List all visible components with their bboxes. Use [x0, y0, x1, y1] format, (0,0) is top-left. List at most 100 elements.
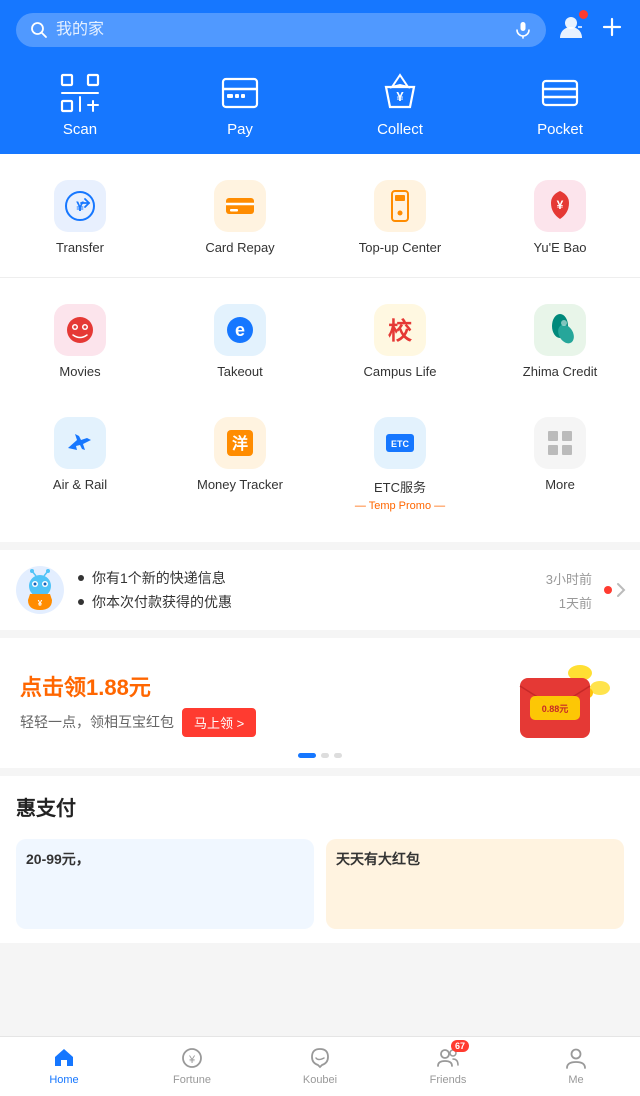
me-icon	[563, 1045, 589, 1071]
scan-label: Scan	[63, 121, 97, 138]
etc-label: ETC服务	[374, 477, 426, 496]
fortune-icon: ¥	[179, 1045, 205, 1071]
promo-amount: 1.88元	[86, 675, 151, 700]
grid-airrail[interactable]: Air & Rail	[0, 407, 160, 526]
nav-pocket[interactable]: Pocket	[480, 71, 640, 138]
grid-movies[interactable]: Movies	[0, 294, 160, 393]
grid-takeout[interactable]: e Takeout	[160, 294, 320, 393]
airrail-icon	[63, 426, 97, 460]
card-repay-label: Card Repay	[205, 240, 274, 255]
avatar-button[interactable]	[556, 12, 586, 47]
more-icon	[543, 426, 577, 460]
takeout-label: Takeout	[217, 364, 263, 379]
nav-friends[interactable]: 67 Friends	[384, 1045, 512, 1086]
nav-fortune[interactable]: ¥ Fortune	[128, 1045, 256, 1086]
svg-text:e: e	[235, 320, 245, 340]
moneytracker-label: Money Tracker	[197, 477, 283, 492]
add-button[interactable]	[600, 15, 624, 44]
yuebao-label: Yu'E Bao	[533, 240, 586, 255]
takeout-icon: e	[223, 313, 257, 347]
grid-more[interactable]: More	[480, 407, 640, 526]
etc-icon: ETC	[383, 426, 417, 460]
notification-badge	[579, 10, 588, 19]
koubei-label: Koubei	[303, 1074, 337, 1086]
search-input[interactable]	[56, 21, 506, 39]
svg-text:¥: ¥	[557, 198, 564, 212]
nav-me[interactable]: Me	[512, 1045, 640, 1086]
zhima-icon	[543, 313, 577, 347]
promo-sub: 轻轻一点，领相互宝红包 马上领 >	[20, 708, 490, 737]
fortune-label: Fortune	[173, 1074, 211, 1086]
etc-promo: — Temp Promo —	[355, 500, 445, 512]
svg-text:ETC: ETC	[391, 439, 410, 449]
red-envelope-svg: 0.88元	[490, 658, 620, 748]
ant-mascot-icon: ¥	[14, 564, 66, 616]
mic-icon	[514, 21, 532, 39]
promo-title: 点击领1.88元	[20, 670, 490, 702]
movies-label: Movies	[59, 364, 100, 379]
dots-indicator	[298, 753, 342, 758]
koubei-icon	[307, 1045, 333, 1071]
pay-icon	[218, 71, 262, 115]
pay-label: Pay	[227, 121, 253, 138]
icon-grid-row2: Movies e Takeout 校 Campus Life Zhima Cre…	[0, 278, 640, 401]
me-label: Me	[568, 1074, 583, 1086]
grid-topup[interactable]: Top-up Center	[320, 170, 480, 269]
notifications-list: 你有1个新的快递信息 3小时前 你本次付款获得的优惠 1天前	[78, 566, 592, 614]
nav-home[interactable]: Home	[0, 1045, 128, 1086]
search-icon	[30, 21, 48, 39]
notification-card[interactable]: ¥ 你有1个新的快递信息 3小时前 你本次付款获得的优惠 1天前	[0, 550, 640, 630]
friends-label: Friends	[430, 1074, 467, 1086]
top-nav: Scan Pay ¥ Collect	[0, 59, 640, 154]
notif-time-1: 1天前	[559, 593, 592, 612]
grid-moneytracker[interactable]: 洋 Money Tracker	[160, 407, 320, 526]
section-title: 惠支付	[0, 776, 640, 829]
grid-zhima[interactable]: Zhima Credit	[480, 294, 640, 393]
svg-text:¥: ¥	[396, 89, 404, 104]
collect-label: Collect	[377, 121, 423, 138]
notif-dot	[78, 575, 84, 581]
nav-collect[interactable]: ¥ Collect	[320, 71, 480, 138]
moneytracker-icon: 洋	[223, 426, 257, 460]
card-repay-icon	[223, 189, 257, 223]
grid-card-repay[interactable]: Card Repay	[160, 170, 320, 269]
dot-3	[334, 753, 342, 758]
svg-text:洋: 洋	[232, 434, 248, 453]
friends-icon: 67	[435, 1045, 461, 1071]
dot-2	[321, 753, 329, 758]
airrail-label: Air & Rail	[53, 477, 107, 492]
unread-dot	[604, 586, 612, 594]
notif-item-1: 你本次付款获得的优惠 1天前	[78, 590, 592, 614]
transfer-label: Transfer	[56, 240, 104, 255]
promo-button[interactable]: 马上领 >	[182, 708, 256, 737]
yuebao-icon: ¥	[543, 189, 577, 223]
promo-banner[interactable]: 点击领1.88元 轻轻一点，领相互宝红包 马上领 > 0.88元	[0, 638, 640, 768]
movies-icon	[63, 313, 97, 347]
notif-text-0: 你有1个新的快递信息	[92, 568, 538, 588]
collect-icon: ¥	[378, 71, 422, 115]
chevron-right-icon	[616, 582, 626, 598]
search-bar[interactable]	[16, 13, 546, 47]
notif-right[interactable]	[604, 582, 626, 598]
notif-item-0: 你有1个新的快递信息 3小时前	[78, 566, 592, 590]
icon-grid-row1: ¥ Transfer Card Repay Top-up Center	[0, 154, 640, 278]
home-icon	[51, 1045, 77, 1071]
zhima-label: Zhima Credit	[523, 364, 597, 379]
bottom-cards: 20-99元， 天天有大红包	[0, 829, 640, 943]
bottom-card-0[interactable]: 20-99元，	[16, 839, 314, 929]
grid-etc[interactable]: ETC ETC服务 — Temp Promo —	[320, 407, 480, 526]
home-label: Home	[49, 1074, 78, 1086]
bottom-card-1[interactable]: 天天有大红包	[326, 839, 624, 929]
grid-yuebao[interactable]: ¥ Yu'E Bao	[480, 170, 640, 269]
svg-text:0.88元: 0.88元	[542, 704, 569, 714]
grid-campus[interactable]: 校 Campus Life	[320, 294, 480, 393]
nav-scan[interactable]: Scan	[0, 71, 160, 138]
nav-pay[interactable]: Pay	[160, 71, 320, 138]
svg-text:校: 校	[388, 317, 413, 345]
promo-image: 0.88元	[490, 658, 620, 748]
campus-label: Campus Life	[364, 364, 437, 379]
nav-koubei[interactable]: Koubei	[256, 1045, 384, 1086]
notif-text-1: 你本次付款获得的优惠	[92, 592, 551, 612]
bottom-nav: Home ¥ Fortune Koubei 67	[0, 1036, 640, 1096]
grid-transfer[interactable]: ¥ Transfer	[0, 170, 160, 269]
